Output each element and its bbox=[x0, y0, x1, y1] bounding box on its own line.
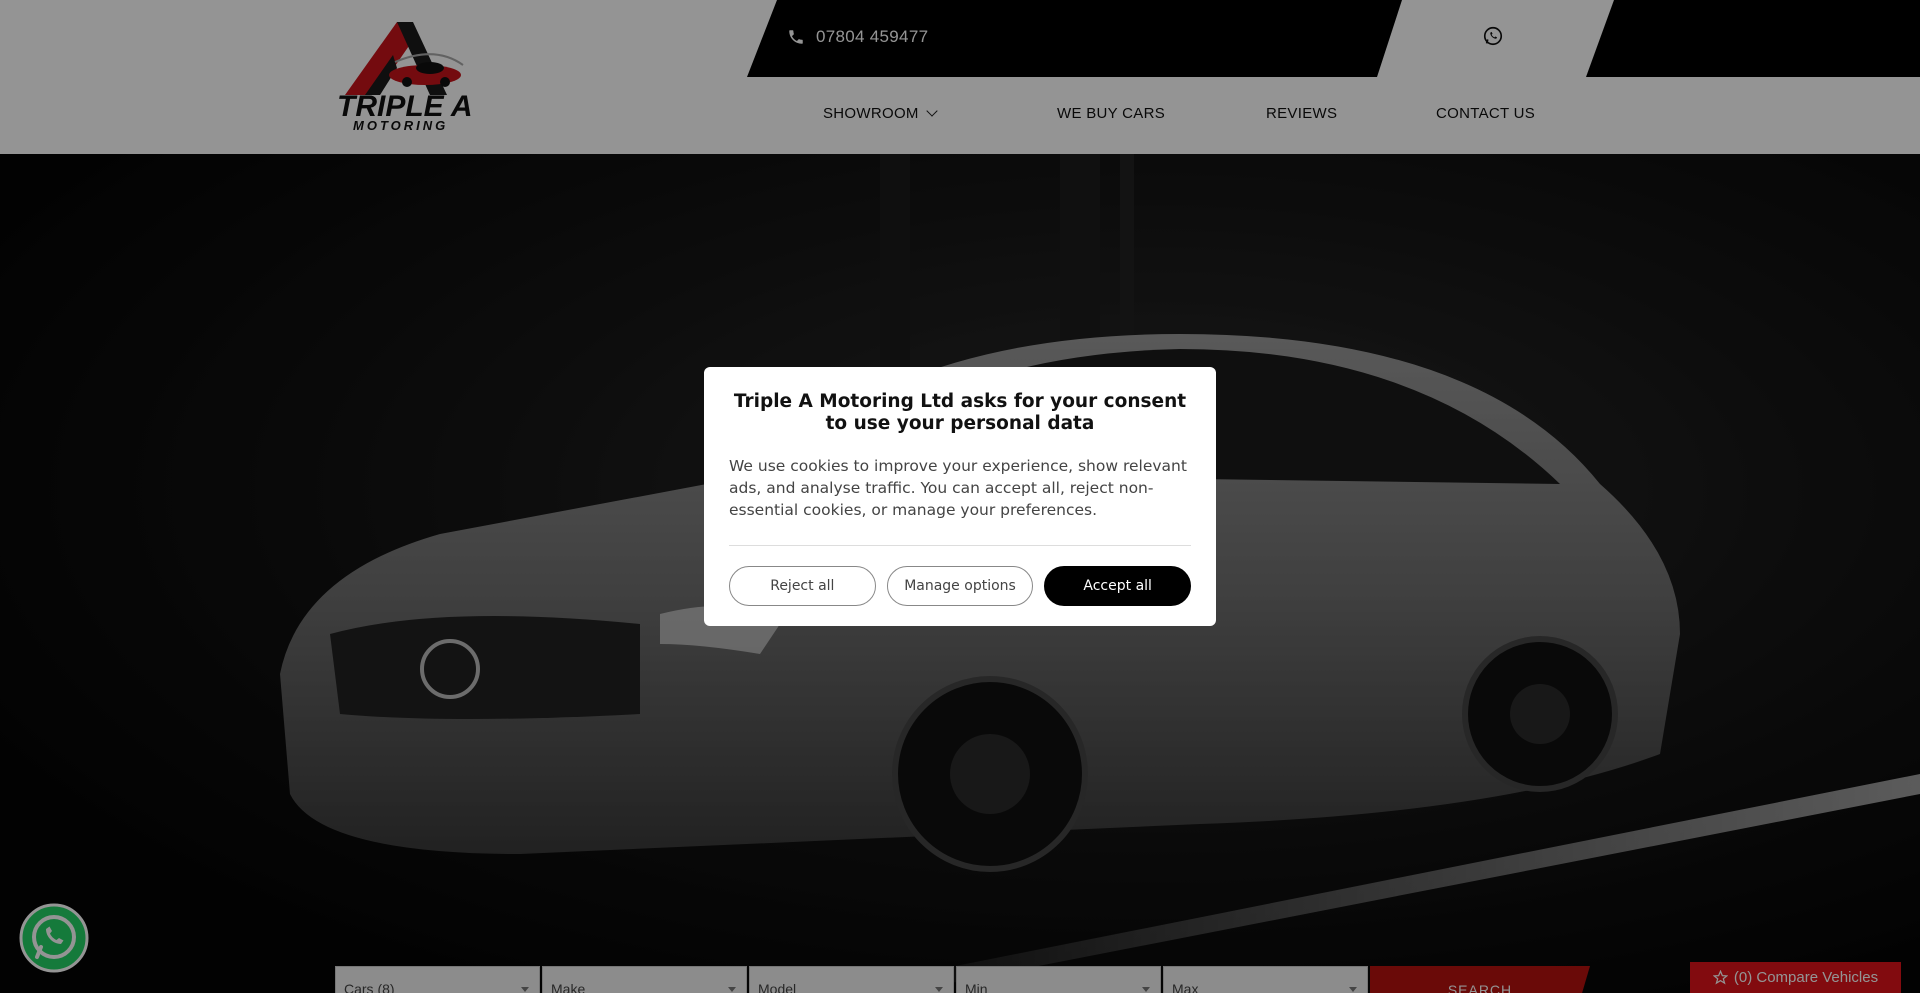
manage-options-button[interactable]: Manage options bbox=[886, 566, 1034, 606]
consent-actions: Reject all Manage options Accept all bbox=[729, 566, 1192, 606]
consent-body: We use cookies to improve your experienc… bbox=[729, 457, 1187, 519]
accept-all-button[interactable]: Accept all bbox=[1044, 566, 1192, 606]
consent-title: Triple A Motoring Ltd asks for your cons… bbox=[733, 391, 1187, 434]
consent-dialog: Triple A Motoring Ltd asks for your cons… bbox=[704, 367, 1216, 626]
consent-divider bbox=[729, 545, 1191, 546]
reject-all-button[interactable]: Reject all bbox=[729, 566, 876, 606]
